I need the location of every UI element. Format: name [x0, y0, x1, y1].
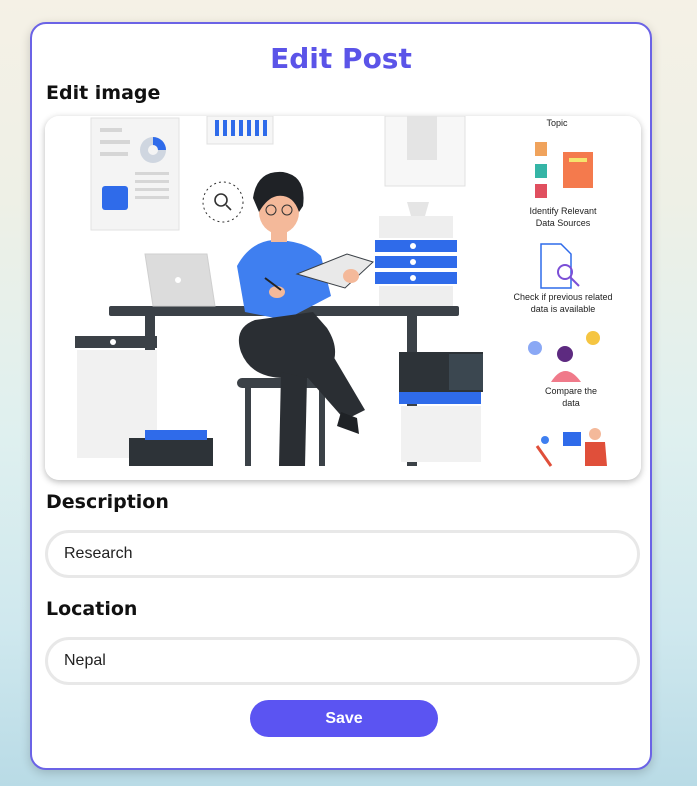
description-input[interactable] — [45, 530, 640, 578]
edit-post-card: Edit Post Edit image Topic Identify Rele… — [30, 22, 652, 770]
step-check-line1: Check if previous related — [513, 292, 612, 302]
step-topic: Topic — [546, 118, 568, 128]
description-label: Description — [46, 491, 169, 513]
step-check-line2: data is available — [531, 304, 596, 314]
step-compare-line1: Compare the — [545, 386, 597, 396]
location-input[interactable] — [45, 637, 640, 685]
step-sources-line1: Identify Relevant — [529, 206, 597, 216]
step-compare-line2: data — [562, 398, 580, 408]
save-button[interactable]: Save — [250, 700, 438, 737]
page-title: Edit Post — [270, 42, 412, 75]
post-image-picker[interactable]: Topic Identify Relevant Data Sources Che… — [45, 116, 641, 480]
step-sources-line2: Data Sources — [536, 218, 591, 228]
location-label: Location — [46, 598, 138, 620]
research-illustration: Topic Identify Relevant Data Sources Che… — [45, 116, 641, 480]
edit-image-label: Edit image — [46, 82, 161, 104]
